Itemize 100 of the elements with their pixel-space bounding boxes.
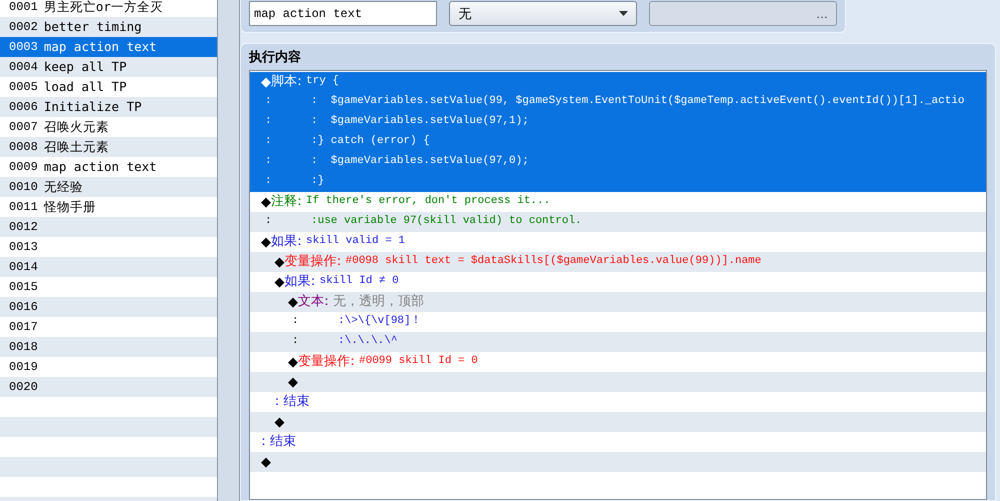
switch-field[interactable]: …: [648, 1, 837, 26]
dropdown-value: 无: [458, 4, 472, 23]
command-row[interactable]: : : $gameVariables.setValue(97,1);: [250, 112, 986, 132]
command-text: #0099 skill Id = 0: [359, 354, 478, 370]
continuation-mark: :: [291, 334, 300, 350]
end-label: 结束: [284, 392, 310, 411]
item-number: 0013: [9, 239, 38, 256]
continuation-mark: :: [264, 134, 273, 150]
command-row[interactable]: ◆: [250, 452, 986, 472]
trigger-dropdown[interactable]: 无: [449, 1, 637, 26]
item-number: 0003: [9, 39, 38, 56]
separator: :: [338, 334, 345, 350]
command-bullet: ◆: [261, 72, 271, 91]
continuation-mark: :: [264, 174, 273, 190]
command-row[interactable]: : :\.\.\.\^: [250, 332, 986, 352]
item-name: map action text: [44, 158, 157, 176]
event-list-item[interactable]: 0018: [0, 337, 217, 357]
command-text: If there's error, don't process it...: [306, 194, 550, 210]
item-number: 0005: [9, 79, 38, 96]
separator: ：: [257, 432, 270, 451]
command-text: \.\.\.\^: [344, 334, 398, 350]
command-bullet: ◆: [288, 372, 298, 391]
end-label: 结束: [270, 432, 296, 451]
item-name: map action text: [44, 38, 157, 56]
item-name: 召唤土元素: [44, 138, 109, 156]
command-bullet: ◆: [274, 412, 284, 431]
command-text: skill Id ≠ 0: [320, 274, 399, 290]
command-row[interactable]: : : $gameVariables.setValue(97,0);: [250, 152, 986, 172]
event-list-item[interactable]: 0010 无经验: [0, 177, 217, 197]
item-name: 召唤火元素: [44, 118, 109, 136]
item-name: keep all TP: [44, 58, 127, 76]
item-number: 0006: [9, 99, 38, 116]
item-name: 男主死亡or一方全灭: [44, 0, 163, 16]
command-row[interactable]: : :} catch (error) {: [250, 132, 986, 152]
command-text: try {: [306, 74, 340, 90]
event-list-item[interactable]: 0008 召唤土元素: [0, 137, 217, 157]
separator: :: [311, 114, 318, 130]
item-number: 0009: [9, 159, 38, 176]
item-number: 0017: [9, 319, 38, 336]
event-list-item[interactable]: 0020: [0, 377, 217, 397]
item-name: 无经验: [44, 178, 83, 196]
continuation-mark: :: [264, 114, 273, 130]
event-list-item[interactable]: 0004 keep all TP: [0, 57, 217, 77]
splitter[interactable]: [218, 0, 240, 501]
item-number: 0004: [9, 59, 38, 76]
item-number: 0010: [9, 179, 38, 196]
item-number: 0015: [9, 279, 38, 296]
continuation-mark: :: [264, 94, 273, 110]
command-bullet: ◆: [261, 232, 271, 251]
item-number: 0002: [9, 19, 38, 36]
command-text: $gameVariables.setValue(97,0);: [330, 154, 529, 170]
panel-title: 执行内容: [249, 48, 301, 66]
command-row[interactable]: ◆: [250, 412, 986, 432]
command-text: use variable 97(skill valid) to control.: [318, 214, 582, 230]
item-number: 0007: [9, 119, 38, 136]
continuation-mark: :: [264, 214, 273, 230]
command-bullet: ◆: [261, 452, 271, 471]
command-text: }: [318, 174, 324, 190]
name-field[interactable]: map action text: [249, 1, 438, 26]
separator: ：: [270, 392, 284, 411]
command-bullet: ◆: [274, 252, 284, 271]
command-bullet: ◆: [261, 192, 271, 211]
command-text: #0098 skill text = $dataSkills[($gameVariables.value(99))].name: [346, 254, 762, 270]
event-list-item[interactable]: 0012: [0, 217, 217, 237]
item-number: 0016: [9, 299, 38, 316]
separator: :: [311, 94, 318, 110]
item-number: 0008: [9, 139, 38, 156]
command-text: $gameVariables.setValue(97,1);: [330, 114, 529, 130]
command-text: 无，透明，顶部: [333, 292, 424, 311]
item-name: Initialize TP: [44, 98, 142, 116]
event-list-item[interactable]: 0006 Initialize TP: [0, 97, 217, 117]
command-bullet: ◆: [288, 352, 298, 371]
event-list-item[interactable]: 0014: [0, 257, 217, 277]
item-number: 0001: [9, 0, 38, 16]
separator: :: [311, 214, 318, 230]
separator: :: [311, 174, 318, 190]
command-text: skill valid = 1: [306, 234, 406, 250]
command-text: } catch (error) {: [318, 134, 430, 150]
item-number: 0012: [9, 219, 38, 236]
item-name: 怪物手册: [44, 198, 96, 216]
command-row[interactable]: : : $gameVariables.setValue(99, $gameSystem.EventToUnit($gameTemp.activeEvent().eventId())[1]._actio: [250, 92, 986, 112]
separator: :: [311, 154, 318, 170]
event-list-item[interactable]: 0016: [0, 297, 217, 317]
command-row[interactable]: : :}: [250, 172, 986, 192]
command-text: \>\{\v[98]！: [344, 314, 422, 330]
command-text: $gameVariables.setValue(99, $gameSystem.EventToUnit($gameTemp.activeEvent().eventId())[1]._actio: [330, 94, 965, 110]
command-row[interactable]: ◆: [250, 372, 986, 392]
caret-icon: [618, 11, 628, 16]
item-number: 0019: [9, 359, 38, 376]
event-list-item[interactable]: 0002 better timing: [0, 17, 217, 37]
item-number: 0018: [9, 339, 38, 356]
command-row[interactable]: : :use variable 97(skill valid) to control.: [250, 212, 986, 232]
item-name: better timing: [44, 18, 142, 36]
browse-button[interactable]: …: [816, 4, 828, 22]
item-number: 0014: [9, 259, 38, 276]
item-number: 0011: [9, 199, 38, 216]
item-name: load all TP: [44, 78, 127, 96]
item-number: 0020: [9, 379, 38, 396]
command-bullet: ◆: [288, 292, 298, 311]
event-list-item[interactable]: 0003 map action text: [0, 37, 217, 57]
